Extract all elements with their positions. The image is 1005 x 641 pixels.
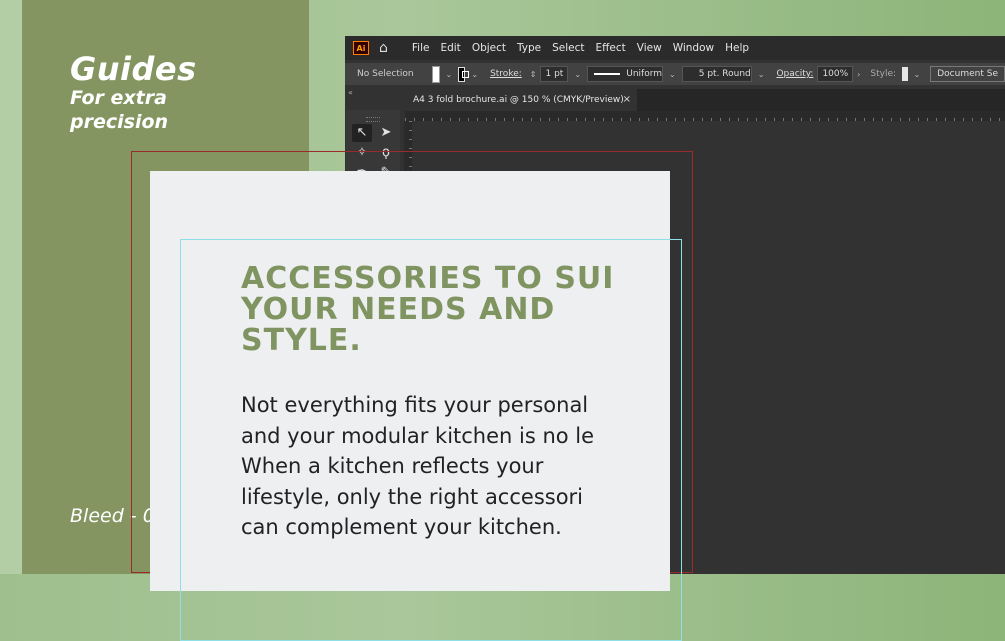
panel-subtitle: For extra precision — [70, 87, 169, 133]
style-label: Style: — [870, 69, 897, 79]
control-bar: No Selection ⌄ ⌄ Stroke: ⇕ 1 pt ⌄ Unifor… — [345, 63, 1005, 85]
collapse-panel-icon[interactable]: « — [348, 88, 353, 97]
document-tab[interactable]: A4 3 fold brochure.ai @ 150 % (CMYK/Prev… — [405, 89, 637, 111]
style-swatch[interactable] — [902, 67, 908, 81]
chevron-down-icon[interactable]: ⌄ — [471, 70, 478, 79]
body-line: can complement your kitchen. — [241, 515, 562, 539]
chevron-down-icon[interactable]: ⌄ — [669, 70, 676, 79]
menu-window[interactable]: Window — [673, 42, 714, 54]
menu-file[interactable]: File — [412, 42, 430, 54]
document-setup-button[interactable]: Document Se — [930, 66, 1005, 82]
background-strip — [0, 0, 22, 574]
opacity-label[interactable]: Opacity: — [776, 69, 813, 79]
menu-effect[interactable]: Effect — [596, 42, 626, 54]
artboard-heading[interactable]: ACCESSORIES TO SUI YOUR NEEDS AND STYLE. — [241, 263, 681, 356]
menu-view[interactable]: View — [637, 42, 662, 54]
chevron-down-icon[interactable]: ⌄ — [758, 70, 765, 79]
document-tab-title: A4 3 fold brochure.ai @ 150 % (CMYK/Prev… — [413, 95, 624, 105]
fill-swatch[interactable] — [431, 65, 440, 83]
body-line: and your modular kitchen is no le — [241, 423, 595, 448]
menu-edit[interactable]: Edit — [440, 42, 460, 54]
menu-help[interactable]: Help — [725, 42, 749, 54]
brush-label: 5 pt. Round — [698, 69, 751, 79]
body-line: lifestyle, only the right accessori — [241, 484, 584, 509]
selection-status: No Selection — [357, 69, 414, 79]
chevron-right-icon[interactable]: › — [857, 70, 860, 79]
horizontal-ruler[interactable] — [405, 111, 1005, 121]
home-icon[interactable]: ⌂ — [379, 40, 388, 56]
chevron-down-icon[interactable]: ⌄ — [446, 70, 453, 79]
document-tab-bar: A4 3 fold brochure.ai @ 150 % (CMYK/Prev… — [405, 89, 1005, 111]
body-line: When a kitchen reflects your — [241, 454, 544, 478]
menu-bar: Ai ⌂ File Edit Object Type Select Effect… — [345, 36, 1005, 60]
stroke-swatch[interactable] — [458, 66, 470, 82]
variable-width-profile[interactable]: Uniform — [587, 66, 664, 82]
stroke-label[interactable]: Stroke: — [490, 69, 522, 79]
close-icon[interactable]: × — [623, 89, 631, 111]
profile-label: Uniform — [626, 69, 663, 79]
heading-line: YOUR NEEDS AND — [241, 292, 556, 327]
stroke-line-icon — [594, 73, 621, 75]
panel-grip[interactable] — [366, 117, 380, 122]
opacity-field[interactable]: 100% — [817, 66, 854, 82]
menu-select[interactable]: Select — [552, 42, 584, 54]
menu-type[interactable]: Type — [517, 42, 541, 54]
panel-title: Guides — [70, 50, 197, 88]
artboard-body-text[interactable]: Not everything fits your personal and yo… — [241, 390, 681, 543]
menu-object[interactable]: Object — [472, 42, 506, 54]
direct-selection-tool-icon[interactable]: ➤ — [376, 124, 396, 142]
brush-definition[interactable]: 5 pt. Round — [681, 66, 752, 82]
app-logo: Ai — [353, 41, 369, 55]
heading-line: STYLE. — [241, 323, 362, 358]
stroke-weight-field[interactable]: 1 pt — [540, 66, 569, 82]
heading-line: ACCESSORIES TO SUI — [241, 261, 615, 296]
chevron-down-icon[interactable]: ⌄ — [914, 70, 921, 79]
stepper-icon[interactable]: ⇕ — [530, 70, 537, 79]
selection-tool-icon[interactable]: ↖ — [352, 124, 372, 142]
chevron-down-icon[interactable]: ⌄ — [574, 70, 581, 79]
body-line: Not everything fits your personal — [241, 393, 589, 417]
